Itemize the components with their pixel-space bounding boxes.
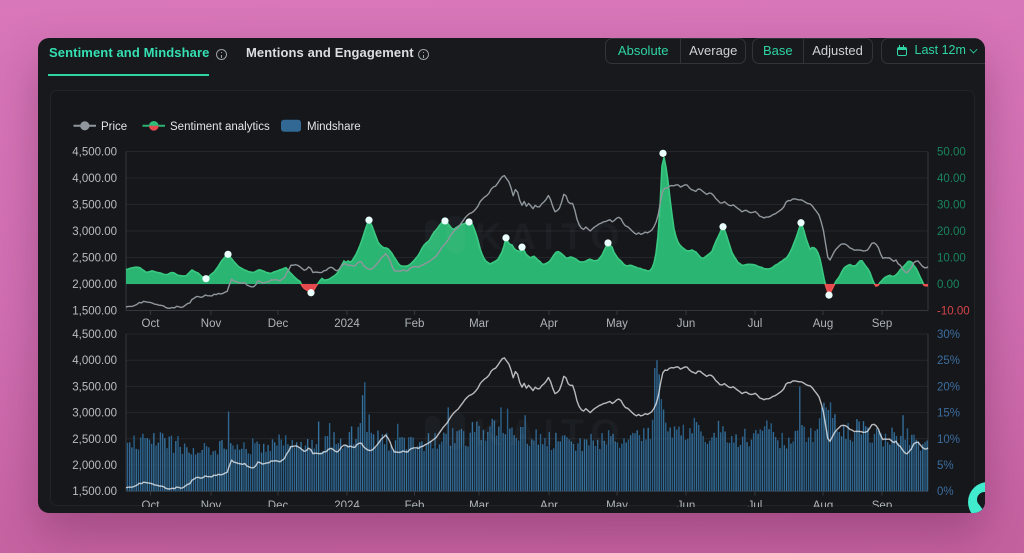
svg-text:50.00: 50.00 [937,147,966,159]
svg-text:20%: 20% [937,381,960,393]
svg-text:May: May [606,318,628,330]
svg-text:Dec: Dec [268,318,289,330]
svg-text:Feb: Feb [405,318,425,330]
svg-text:Nov: Nov [201,318,222,330]
svg-text:4,500.00: 4,500.00 [72,329,117,341]
svg-text:2024: 2024 [334,318,360,330]
svg-text:15%: 15% [937,408,960,420]
svg-text:May: May [606,500,628,507]
svg-text:2,000.00: 2,000.00 [72,279,117,291]
svg-text:Oct: Oct [142,318,161,330]
svg-text:Feb: Feb [405,500,425,507]
svg-text:Nov: Nov [201,500,222,507]
svg-text:Jul: Jul [748,500,763,507]
svg-text:Sep: Sep [872,318,892,330]
svg-text:Sep: Sep [872,500,892,507]
svg-text:10%: 10% [937,434,960,446]
svg-text:2,000.00: 2,000.00 [72,460,117,472]
svg-text:40.00: 40.00 [937,173,966,185]
svg-text:1,500.00: 1,500.00 [72,486,117,498]
svg-text:3,500.00: 3,500.00 [72,381,117,393]
svg-text:KAITO: KAITO [475,412,627,453]
svg-text:30%: 30% [937,329,960,341]
svg-text:Mindshare: Mindshare [307,121,361,133]
svg-text:Apr: Apr [540,318,558,330]
svg-text:Dec: Dec [268,500,289,507]
svg-text:-10.00: -10.00 [937,306,970,318]
svg-text:Jul: Jul [748,318,763,330]
svg-text:4,000.00: 4,000.00 [72,355,117,367]
svg-text:2024: 2024 [334,500,360,507]
svg-text:Jun: Jun [677,318,696,330]
svg-text:2,500.00: 2,500.00 [72,434,117,446]
svg-text:Jun: Jun [677,500,696,507]
svg-text:Oct: Oct [142,500,161,507]
svg-text:Aug: Aug [813,500,833,507]
svg-text:Sentiment analytics: Sentiment analytics [170,121,270,133]
svg-text:4,500.00: 4,500.00 [72,147,117,159]
svg-text:3,000.00: 3,000.00 [72,226,117,238]
svg-text:KAITO: KAITO [475,216,627,257]
svg-text:30.00: 30.00 [937,200,966,212]
svg-text:Apr: Apr [540,500,558,507]
svg-text:1,500.00: 1,500.00 [72,306,117,318]
svg-text:Aug: Aug [813,318,833,330]
svg-text:Mar: Mar [469,318,489,330]
svg-text:Price: Price [101,121,127,133]
svg-text:10.00: 10.00 [937,253,966,265]
svg-text:20.00: 20.00 [937,226,966,238]
svg-text:3,500.00: 3,500.00 [72,200,117,212]
svg-text:0.00: 0.00 [937,279,959,291]
svg-text:5%: 5% [937,460,954,472]
svg-text:2,500.00: 2,500.00 [72,253,117,265]
svg-text:Mar: Mar [469,500,489,507]
svg-text:0%: 0% [937,486,954,498]
svg-text:25%: 25% [937,355,960,367]
svg-text:4,000.00: 4,000.00 [72,173,117,185]
svg-text:3,000.00: 3,000.00 [72,408,117,420]
